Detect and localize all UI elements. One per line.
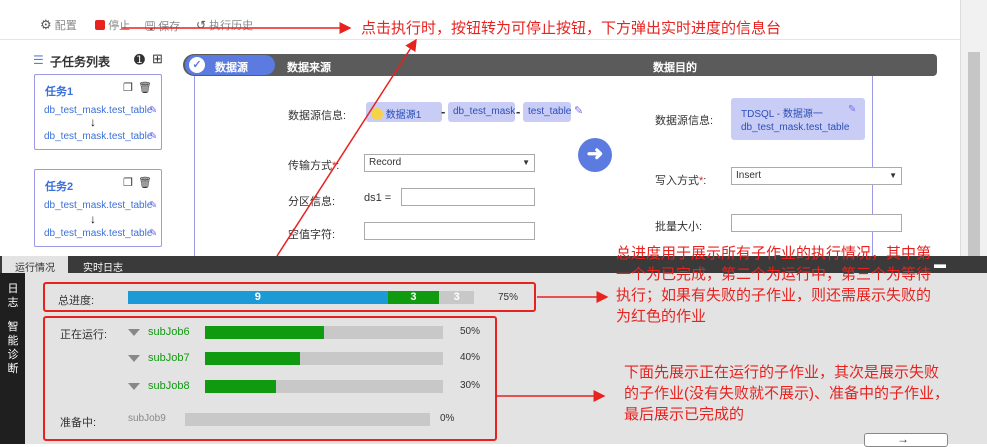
annotation-line: 最后展示已完成的 — [624, 406, 745, 423]
annotation-line: 的子作业(没有失败就不展示)、准备中的子作业， — [624, 385, 949, 402]
annotation-line: 下面先展示正在运行的子作业，其次是展示失败 — [624, 364, 940, 381]
annotation-text-top: 点击执行时，按钮转为可停止按钮，下方弹出实时进度的信息台 — [361, 20, 782, 37]
annotation-line: 执行；如果有失败的子作业，则还需展示失败的 — [616, 287, 932, 304]
annotation-line: 一个为已完成，第二个为运行中，第三个为等待 — [616, 266, 932, 283]
annotation-text-middle: 总进度用于展示所有子作业的执行情况，其中第 一个为已完成，第二个为运行中，第三个… — [616, 243, 931, 327]
annotation-line: 为红色的作业 — [616, 308, 707, 325]
annotation-arrow-top-diagonal — [276, 38, 417, 257]
annotation-text-bottom: 下面先展示正在运行的子作业，其次是展示失败 的子作业(没有失败就不展示)、准备中… — [624, 362, 949, 425]
annotation-line: 总进度用于展示所有子作业的执行情况，其中第 — [616, 245, 932, 262]
